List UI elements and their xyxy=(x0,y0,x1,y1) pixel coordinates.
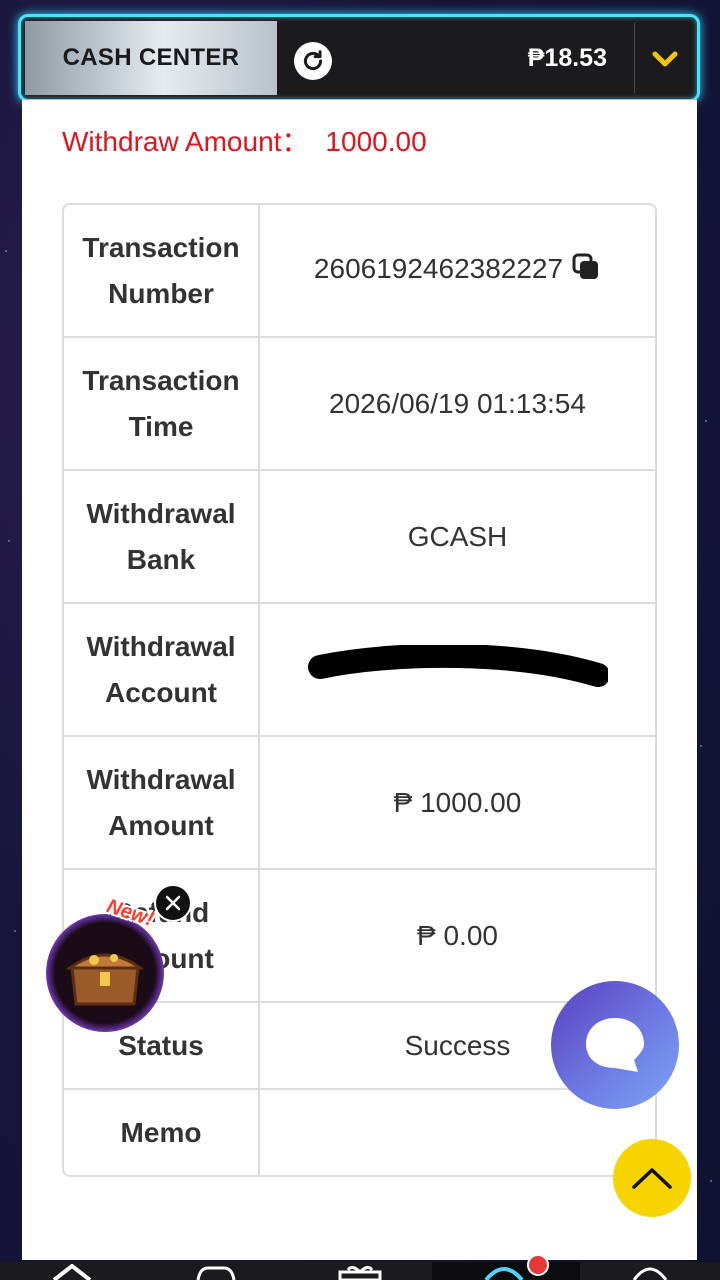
label-line: Transaction xyxy=(82,364,240,396)
row-label: Withdrawal Bank xyxy=(64,471,260,604)
withdraw-amount-summary: Withdraw Amount： 1000.00 xyxy=(62,120,427,160)
treasure-chest-icon xyxy=(65,953,145,1006)
table-row: Withdrawal Bank GCASH xyxy=(64,471,655,604)
bottom-nav xyxy=(0,1254,720,1280)
label-line: Number xyxy=(108,277,214,309)
copy-icon[interactable] xyxy=(571,252,601,289)
withdraw-amount-value: 1000.00 xyxy=(325,126,427,157)
table-row: Withdrawal Amount ₱ 1000.00 xyxy=(64,737,655,870)
label-line: Amount xyxy=(108,809,214,841)
label-line: Withdrawal xyxy=(86,630,236,662)
notification-dot xyxy=(527,1254,549,1276)
chat-icon xyxy=(586,1018,644,1072)
table-row: Memo xyxy=(64,1090,655,1175)
transaction-number: 2606192462382227 xyxy=(313,252,564,284)
label-line: Withdrawal xyxy=(86,763,236,795)
withdrawal-account-cell xyxy=(260,604,655,737)
user-icon[interactable] xyxy=(482,1264,526,1280)
search-icon[interactable] xyxy=(630,1264,670,1280)
row-label: Withdrawal Account xyxy=(64,604,260,737)
header-title: CASH CENTER xyxy=(25,21,277,95)
withdrawal-bank: GCASH xyxy=(260,471,655,604)
label-line: Time xyxy=(128,410,194,442)
row-label: Memo xyxy=(64,1090,260,1175)
row-label: Transaction Number xyxy=(64,205,260,338)
chevron-down-icon[interactable] xyxy=(647,45,683,73)
cash-center-header: CASH CENTER ₱18.53 xyxy=(18,14,700,102)
label-line: Withdrawal xyxy=(86,497,236,529)
transaction-number-cell: 2606192462382227 xyxy=(260,205,655,338)
close-icon[interactable] xyxy=(154,884,192,922)
gamepad-icon[interactable] xyxy=(194,1264,238,1280)
treasure-widget[interactable]: New! xyxy=(46,884,192,1032)
table-row: Withdrawal Account xyxy=(64,604,655,737)
row-label: Transaction Time xyxy=(64,338,260,471)
transaction-time: 2026/06/19 01:13:54 xyxy=(260,338,655,471)
table-row: Transaction Number 2606192462382227 xyxy=(64,205,655,338)
redaction-mark xyxy=(307,644,608,687)
arrow-up-icon xyxy=(632,1168,672,1189)
home-icon[interactable] xyxy=(52,1264,92,1280)
withdrawal-amount: ₱ 1000.00 xyxy=(260,737,655,870)
label-line: Transaction xyxy=(82,231,240,263)
gift-icon[interactable] xyxy=(336,1264,384,1280)
balance-amount: ₱18.53 xyxy=(527,43,607,72)
chat-button[interactable] xyxy=(551,981,679,1109)
label-line: Account xyxy=(105,676,217,708)
refresh-icon[interactable] xyxy=(294,42,332,80)
row-label: Withdrawal Amount xyxy=(64,737,260,870)
scroll-top-button[interactable] xyxy=(613,1139,691,1217)
header-divider xyxy=(634,23,635,93)
table-row: Transaction Time 2026/06/19 01:13:54 xyxy=(64,338,655,471)
withdraw-amount-label: Withdraw Amount： xyxy=(62,126,310,157)
label-line: Bank xyxy=(126,543,196,575)
